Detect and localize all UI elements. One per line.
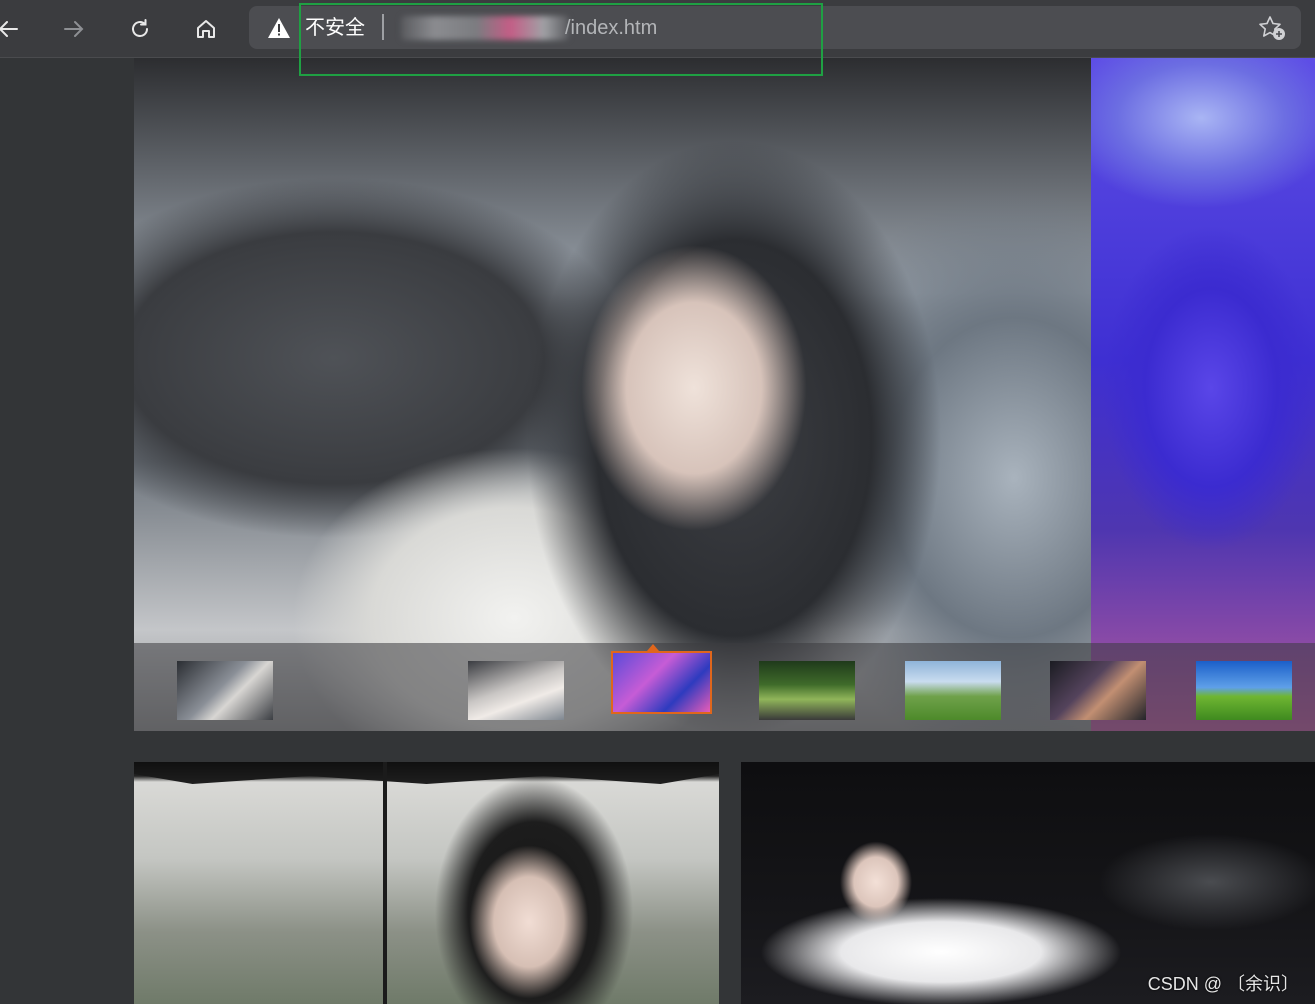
warning-triangle-icon[interactable] xyxy=(267,17,291,39)
thumbnail-3-active[interactable] xyxy=(611,651,712,714)
home-icon xyxy=(197,20,215,38)
back-button[interactable] xyxy=(0,10,28,48)
arrow-left-icon xyxy=(0,21,18,37)
thumbnail-7[interactable] xyxy=(1196,661,1292,720)
umbrella-pole xyxy=(383,762,387,1004)
thumbnail-4[interactable] xyxy=(759,661,855,720)
photo-dancer[interactable]: CSDN @ 〔余识〕 xyxy=(741,762,1315,1004)
carousel xyxy=(134,58,1315,731)
umbrella-canopy xyxy=(134,762,719,784)
star-add-icon[interactable] xyxy=(1257,14,1287,42)
reload-icon xyxy=(132,19,148,37)
active-thumbnail-pointer xyxy=(647,644,659,651)
thumbnail-5[interactable] xyxy=(905,661,1001,720)
reload-button[interactable] xyxy=(121,10,159,48)
thumbnail-6[interactable] xyxy=(1050,661,1146,720)
carousel-next-slide[interactable] xyxy=(1091,58,1315,731)
thumbnail-1[interactable] xyxy=(177,661,273,720)
url-highlight-box xyxy=(299,3,823,76)
carousel-current-slide[interactable] xyxy=(134,58,1091,731)
arrow-right-icon xyxy=(64,21,84,37)
photo-umbrella[interactable] xyxy=(134,762,719,1004)
thumbnail-2[interactable] xyxy=(468,661,564,720)
thumbnail-strip xyxy=(134,643,1315,731)
forward-button[interactable] xyxy=(54,10,92,48)
home-button[interactable] xyxy=(187,10,225,48)
watermark-text: CSDN @ 〔余识〕 xyxy=(1147,974,1299,994)
